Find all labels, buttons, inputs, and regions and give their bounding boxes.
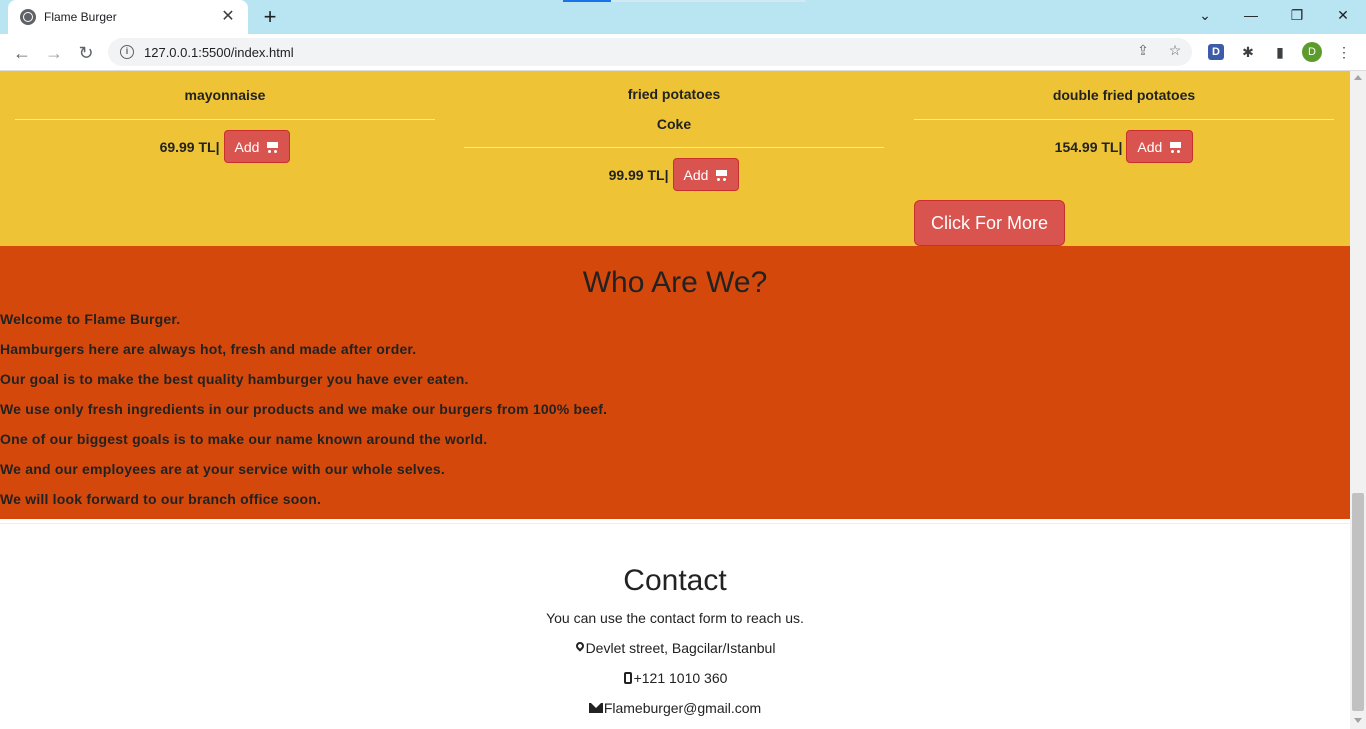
menu-price: 69.99 TL| — [159, 138, 220, 155]
add-to-cart-button[interactable]: Add — [223, 130, 291, 163]
contact-email: Flameburger@gmail.com — [0, 700, 1350, 716]
tab-strip-indicator — [563, 0, 611, 2]
menu-price: 99.99 TL| — [608, 166, 669, 183]
bookmark-star-icon[interactable]: ☆ — [1166, 42, 1184, 59]
about-line: We and our employees are at your service… — [0, 461, 445, 477]
site-info-icon[interactable]: i — [120, 45, 134, 59]
tab-title: Flame Burger — [44, 10, 117, 24]
section-divider — [0, 523, 1350, 524]
about-line: We use only fresh ingredients in our pro… — [0, 401, 608, 417]
about-section: Who Are We? Welcome to Flame Burger. Ham… — [0, 246, 1350, 519]
page-scrollbar[interactable] — [1350, 71, 1366, 729]
card-divider — [914, 119, 1334, 120]
browser-tab-strip: Flame Burger ✕ + ⌄ — ❐ ✕ — [0, 0, 1366, 34]
add-button-label: Add — [234, 138, 260, 155]
contact-title: Contact — [623, 564, 727, 597]
add-to-cart-button[interactable]: Add — [1126, 130, 1194, 163]
address-text: Devlet street, Bagcilar/Istanbul — [585, 640, 776, 656]
extensions-puzzle-icon[interactable]: ✱ — [1238, 42, 1258, 62]
close-window-button[interactable]: ✕ — [1320, 0, 1366, 30]
click-for-more-button[interactable]: Click For More — [914, 200, 1065, 246]
globe-icon — [20, 9, 36, 25]
page-viewport: mayonnaise 69.99 TL| Add fried potatoes … — [0, 71, 1350, 729]
about-line: Hamburgers here are always hot, fresh an… — [0, 341, 417, 357]
about-text: Welcome to Flame Burger. Hamburgers here… — [0, 311, 607, 521]
menu-price: 154.99 TL| — [1054, 138, 1123, 155]
browser-tab[interactable]: Flame Burger ✕ — [8, 0, 248, 34]
menu-card: fried potatoes Coke 99.99 TL| Add — [464, 71, 884, 191]
address-bar[interactable]: i 127.0.0.1:5500/index.html ⇪ ☆ — [108, 38, 1192, 66]
add-button-label: Add — [683, 166, 709, 183]
menu-item-name: fried potatoes — [627, 86, 721, 102]
phone-text: +121 1010 360 — [633, 670, 728, 686]
cart-icon — [265, 141, 279, 153]
tab-strip-divider — [611, 0, 806, 2]
back-button[interactable]: ← — [9, 40, 35, 66]
map-pin-icon — [575, 642, 585, 654]
cart-icon — [714, 169, 728, 181]
share-icon[interactable]: ⇪ — [1134, 42, 1152, 59]
card-divider — [464, 147, 884, 148]
menu-item-name: mayonnaise — [184, 87, 266, 103]
forward-button[interactable]: → — [41, 40, 67, 66]
cart-icon — [1168, 141, 1182, 153]
menu-item-name: double fried potatoes — [1052, 87, 1196, 103]
scroll-up-arrow-icon[interactable] — [1354, 75, 1362, 80]
menu-card: mayonnaise 69.99 TL| Add — [15, 71, 435, 163]
add-to-cart-button[interactable]: Add — [672, 158, 740, 191]
contact-phone: +121 1010 360 — [0, 670, 1350, 686]
about-line: Welcome to Flame Burger. — [0, 311, 181, 327]
restore-button[interactable]: ❐ — [1274, 0, 1320, 30]
menu-card: double fried potatoes 154.99 TL| Add — [914, 71, 1334, 163]
menu-item-name: Coke — [656, 116, 692, 132]
about-title: Who Are We? — [582, 266, 768, 299]
contact-subtitle-text: You can use the contact form to reach us… — [546, 610, 804, 626]
about-line: We will look forward to our branch offic… — [0, 491, 322, 507]
contact-address: Devlet street, Bagcilar/Istanbul — [0, 640, 1350, 656]
reload-button[interactable]: ↻ — [73, 40, 99, 66]
email-text: Flameburger@gmail.com — [603, 700, 762, 716]
browser-toolbar: ← → ↻ i 127.0.0.1:5500/index.html ⇪ ☆ D … — [0, 34, 1366, 71]
about-line: Our goal is to make the best quality ham… — [0, 371, 469, 387]
tab-search-icon[interactable]: ⌄ — [1182, 0, 1228, 30]
extension-d-icon[interactable]: D — [1208, 44, 1224, 60]
address-url[interactable]: 127.0.0.1:5500/index.html — [144, 45, 294, 60]
menu-section: mayonnaise 69.99 TL| Add fried potatoes … — [0, 71, 1350, 246]
envelope-icon — [588, 703, 603, 713]
close-tab-icon[interactable]: ✕ — [218, 7, 238, 27]
card-divider — [15, 119, 435, 120]
side-panel-icon[interactable]: ▮ — [1270, 42, 1290, 62]
scroll-down-arrow-icon[interactable] — [1354, 718, 1362, 723]
phone-icon — [623, 672, 633, 684]
add-button-label: Add — [1137, 138, 1163, 155]
browser-menu-icon[interactable]: ⋮ — [1334, 42, 1354, 62]
new-tab-button[interactable]: + — [258, 4, 282, 30]
minimize-button[interactable]: — — [1228, 0, 1274, 30]
contact-subtitle: You can use the contact form to reach us… — [0, 610, 1350, 626]
contact-section: Contact You can use the contact form to … — [0, 519, 1350, 729]
profile-avatar[interactable]: D — [1302, 42, 1322, 62]
scrollbar-thumb[interactable] — [1352, 493, 1364, 711]
about-line: One of our biggest goals is to make our … — [0, 431, 488, 447]
